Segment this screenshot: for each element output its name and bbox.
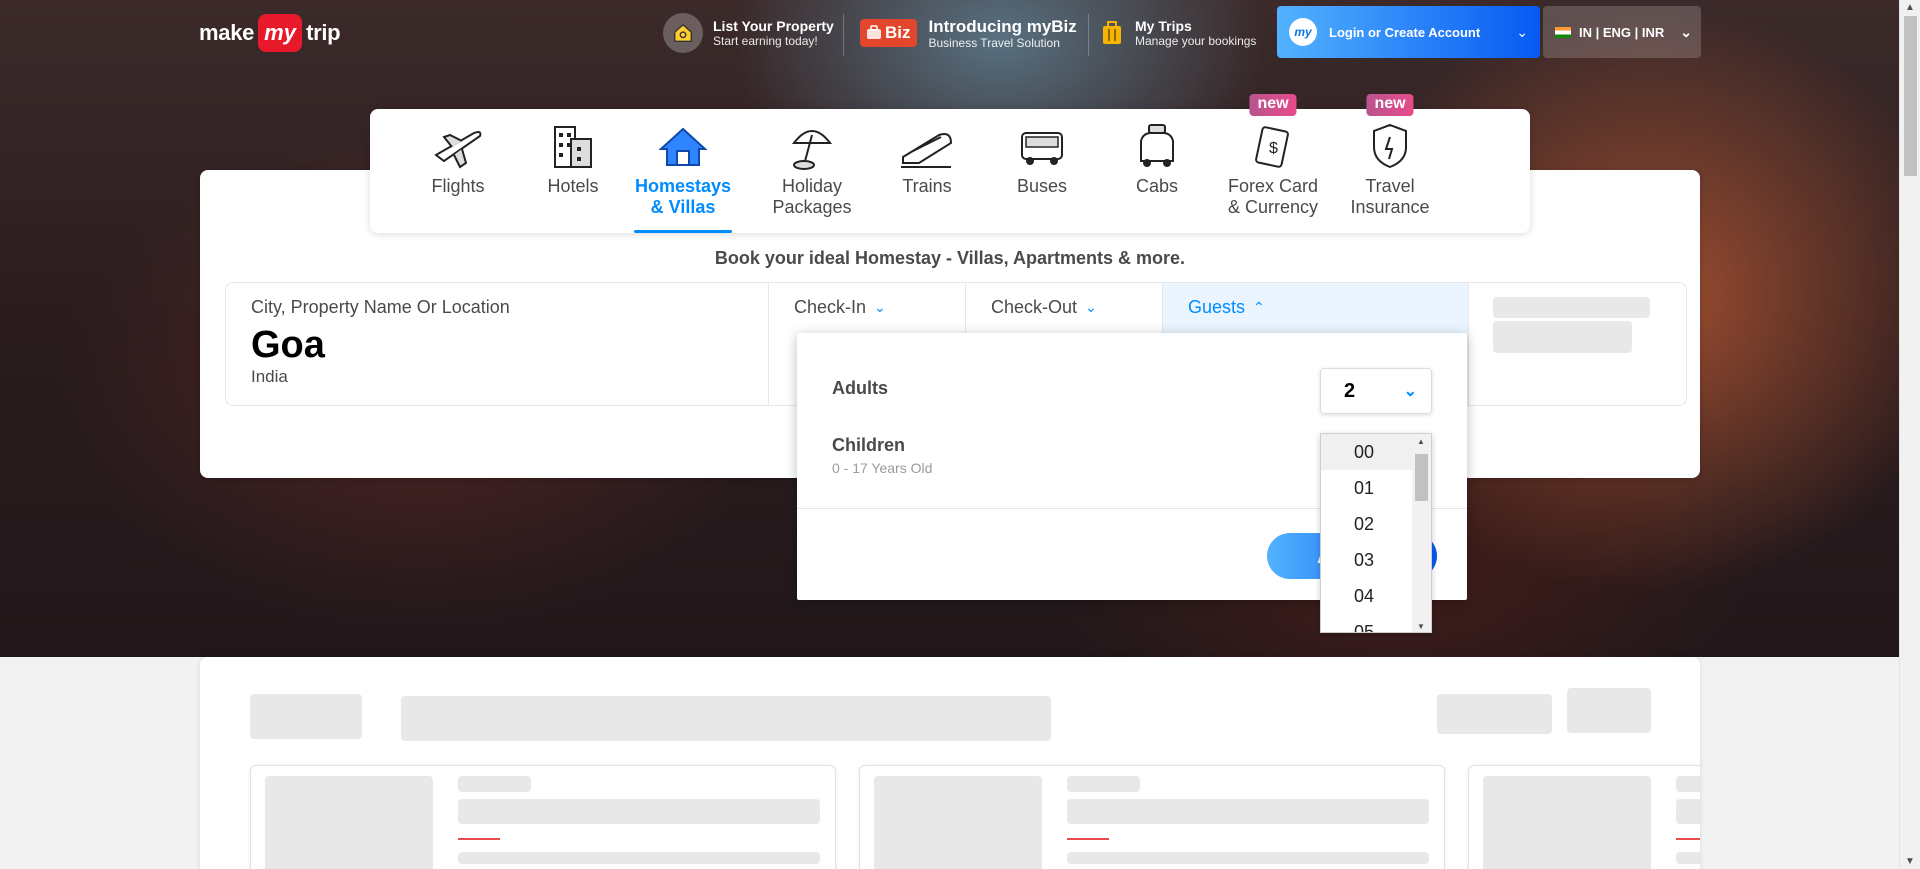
dropdown-scrollbar[interactable]: ▲ ▼: [1412, 434, 1431, 632]
mybiz-badge: Biz: [860, 19, 917, 47]
list-property-link[interactable]: List Your Property Start earning today!: [663, 13, 834, 53]
my-trips-subtitle: Manage your bookings: [1135, 34, 1257, 48]
logo-my-text: my: [258, 14, 303, 52]
guests-label: Guests: [1188, 297, 1246, 317]
location-field[interactable]: City, Property Name Or Location Goa Indi…: [226, 283, 769, 405]
offer-card-placeholder: [859, 765, 1445, 869]
search-subtitle: Book your ideal Homestay - Villas, Apart…: [714, 248, 1186, 268]
list-property-title: List Your Property: [713, 18, 834, 34]
scroll-down-arrow-icon[interactable]: ▼: [1905, 856, 1915, 867]
new-badge: new: [1366, 94, 1414, 116]
children-age-hint: 0 - 17 Years Old: [832, 460, 933, 476]
children-dropdown-list[interactable]: 00 01 02 03 04 05 ▲ ▼: [1320, 433, 1432, 633]
locale-label: IN | ENG | INR: [1579, 24, 1665, 40]
header-divider: [1088, 14, 1089, 56]
loading-placeholder: [250, 694, 362, 739]
scrollbar-thumb[interactable]: [1415, 454, 1428, 501]
adults-value: 2: [1344, 379, 1356, 402]
tab-holiday-packages[interactable]: Holiday Packages: [752, 109, 872, 233]
tab-trains[interactable]: Trains: [867, 109, 987, 233]
children-option[interactable]: 04: [1321, 578, 1413, 614]
location-city: Goa: [251, 324, 325, 366]
cab-icon: [1140, 124, 1174, 167]
login-button[interactable]: my Login or Create Account ⌄: [1277, 6, 1540, 58]
chevron-down-icon: ⌄: [1085, 299, 1097, 315]
logo-trip-text: trip: [306, 20, 341, 45]
location-label: City, Property Name Or Location: [251, 297, 510, 317]
chevron-down-icon: ⌄: [1516, 23, 1528, 40]
offers-loading-section: [200, 657, 1700, 869]
hotel-icon: [554, 126, 592, 168]
umbrella-icon: [791, 130, 833, 170]
checkin-label: Check-In: [794, 297, 867, 317]
checkout-label: Check-Out: [991, 297, 1078, 317]
children-option[interactable]: 05: [1321, 614, 1413, 632]
adults-label: Adults: [832, 378, 888, 398]
top-header: make my trip List Your Property Start ea…: [0, 0, 1899, 66]
children-option[interactable]: 02: [1321, 506, 1413, 542]
tab-buses[interactable]: Buses: [982, 109, 1102, 233]
scroll-up-arrow-icon[interactable]: ▲: [1905, 2, 1915, 13]
tab-homestays[interactable]: Homestays & Villas: [634, 109, 732, 233]
chevron-up-icon: ⌃: [1253, 299, 1265, 315]
loading-placeholder: [1493, 297, 1650, 318]
logo-make-text: make: [199, 20, 255, 45]
header-divider: [843, 14, 844, 56]
children-option[interactable]: 01: [1321, 470, 1413, 506]
product-nav: Flights Hotels Homestays & Villas Holiday…: [370, 94, 1530, 233]
tab-flights[interactable]: Flights: [398, 109, 518, 233]
location-country: India: [251, 367, 288, 386]
mybiz-link[interactable]: Biz Introducing myBiz Business Travel So…: [860, 14, 1077, 52]
login-label: Login or Create Account: [1329, 24, 1481, 40]
offer-card-placeholder: [1468, 765, 1700, 869]
tab-hotels[interactable]: Hotels: [513, 109, 633, 233]
scroll-up-arrow-icon[interactable]: ▲: [1417, 437, 1425, 446]
bus-icon: [1021, 132, 1063, 165]
suitcase-icon: [1103, 21, 1121, 44]
my-trips-link[interactable]: My Trips Manage your bookings: [1101, 14, 1256, 52]
mmt-logo-icon: my: [1289, 18, 1317, 46]
loading-placeholder: [1567, 688, 1651, 733]
forex-icon: $: [1255, 126, 1289, 168]
loading-placeholder: [401, 696, 1051, 741]
plane-icon: [434, 131, 482, 169]
house-icon: [663, 13, 703, 53]
chevron-down-icon: ⌄: [1680, 23, 1693, 40]
children-option[interactable]: 03: [1321, 542, 1413, 578]
insurance-icon: [1373, 123, 1407, 169]
tab-travel-insurance[interactable]: new Travel Insurance: [1330, 94, 1450, 233]
list-property-subtitle: Start earning today!: [713, 34, 818, 48]
mybiz-title: Introducing myBiz: [928, 16, 1077, 36]
svg-text:$: $: [1269, 140, 1278, 157]
mybiz-subtitle: Business Travel Solution: [928, 35, 1060, 50]
chevron-down-icon: ⌄: [874, 299, 886, 315]
my-trips-title: My Trips: [1135, 18, 1192, 34]
offer-card-placeholder: [250, 765, 836, 869]
loading-placeholder: [1437, 694, 1552, 734]
page-scrollbar[interactable]: ▲ ▼: [1899, 0, 1920, 869]
new-badge: new: [1249, 94, 1297, 116]
briefcase-icon: [867, 25, 881, 39]
tab-forex[interactable]: new $ Forex Card & Currency: [1212, 94, 1334, 233]
chevron-down-icon: ⌄: [1403, 383, 1417, 400]
train-icon: [901, 133, 953, 168]
makemytrip-logo[interactable]: make my trip: [199, 14, 341, 52]
india-flag-icon: [1555, 26, 1571, 38]
locale-selector[interactable]: IN | ENG | INR ⌄: [1543, 6, 1701, 58]
adults-select[interactable]: 2 ⌄: [1320, 368, 1432, 414]
scrollbar-thumb[interactable]: [1904, 16, 1917, 176]
loading-placeholder: [1493, 321, 1632, 353]
children-label: Children: [832, 435, 906, 455]
scroll-down-arrow-icon[interactable]: ▼: [1417, 622, 1425, 631]
children-option[interactable]: 00: [1321, 434, 1413, 470]
tab-cabs[interactable]: Cabs: [1097, 109, 1217, 233]
home-icon: [658, 127, 708, 166]
